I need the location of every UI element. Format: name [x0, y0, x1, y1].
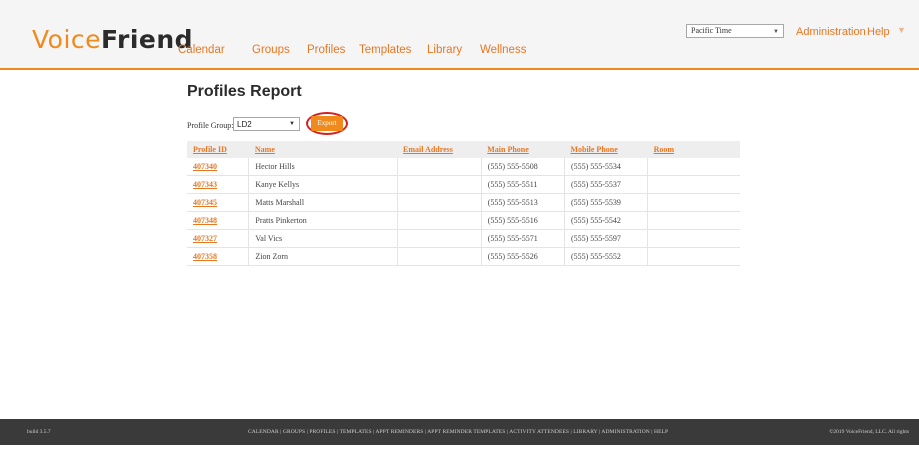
profile-group-label: Profile Group: — [187, 121, 234, 130]
nav-groups[interactable]: Groups — [252, 44, 290, 56]
room-cell — [647, 193, 740, 212]
profiles-table: Profile ID Name Email Address Main Phone… — [187, 141, 740, 266]
table-row: 407345 Matts Marshall (555) 555-5513 (55… — [187, 193, 740, 212]
email-cell — [397, 158, 482, 176]
export-button[interactable]: Export — [311, 116, 343, 131]
timezone-value: Pacific Time — [691, 26, 732, 35]
nav-calendar[interactable]: Calendar — [178, 44, 225, 56]
profile-id-cell: 407343 — [187, 175, 250, 194]
help-dropdown-icon[interactable]: ▼ — [897, 25, 906, 35]
room-cell — [647, 247, 740, 266]
header-profile-id[interactable]: Profile ID — [187, 141, 249, 158]
profile-id-link[interactable]: 407327 — [193, 234, 217, 243]
main-phone-cell: (555) 555-5511 — [481, 175, 565, 194]
email-cell — [397, 193, 482, 212]
profile-group-select[interactable]: LD2 ▼ — [233, 117, 300, 131]
main-phone-cell: (555) 555-5571 — [481, 229, 565, 248]
nav-profiles[interactable]: Profiles — [307, 44, 345, 56]
table-row: 407343 Kanye Kellys (555) 555-5511 (555)… — [187, 175, 740, 194]
email-cell — [397, 211, 482, 230]
room-cell — [647, 158, 740, 176]
mobile-phone-cell: (555) 555-5539 — [564, 193, 649, 212]
nav-wellness[interactable]: Wellness — [480, 44, 526, 56]
profile-id-link[interactable]: 407343 — [193, 180, 217, 189]
main-phone-cell: (555) 555-5526 — [481, 247, 565, 266]
email-cell — [397, 247, 482, 266]
header-email-address[interactable]: Email Address — [397, 141, 482, 158]
name-cell: Zion Zorn — [248, 247, 398, 266]
profile-id-cell: 407327 — [187, 229, 250, 248]
profile-id-link[interactable]: 407348 — [193, 216, 217, 225]
mobile-phone-cell: (555) 555-5542 — [564, 211, 649, 230]
app-header: VoiceFriend Calendar Groups Profiles Tem… — [0, 0, 919, 70]
copyright-text: ©2019 VoiceFriend, LLC. All rights — [829, 429, 909, 435]
profile-id-cell: 407348 — [187, 211, 250, 230]
main-phone-cell: (555) 555-5508 — [481, 158, 565, 176]
room-cell — [647, 229, 740, 248]
profile-id-link[interactable]: 407358 — [193, 252, 217, 261]
email-cell — [397, 229, 482, 248]
header-name[interactable]: Name — [248, 141, 398, 158]
logo-voice-text: Voice — [32, 25, 102, 54]
table-row: 407348 Pratts Pinkerton (555) 555-5516 (… — [187, 211, 740, 230]
build-version: build 3.5.7 — [27, 429, 51, 435]
room-cell — [647, 211, 740, 230]
profile-id-cell: 407340 — [187, 158, 250, 176]
profile-id-cell: 407358 — [187, 247, 250, 266]
voicefriend-logo[interactable]: VoiceFriend — [32, 26, 193, 54]
table-row: 407327 Val Vics (555) 555-5571 (555) 555… — [187, 229, 740, 248]
main-phone-cell: (555) 555-5516 — [481, 211, 565, 230]
profile-id-link[interactable]: 407345 — [193, 198, 217, 207]
email-cell — [397, 175, 482, 194]
table-header-row: Profile ID Name Email Address Main Phone… — [187, 141, 740, 158]
profile-id-link[interactable]: 407340 — [193, 162, 217, 171]
name-cell: Hector Hills — [248, 158, 398, 176]
mobile-phone-cell: (555) 555-5534 — [564, 158, 649, 176]
nav-templates[interactable]: Templates — [359, 44, 411, 56]
timezone-select[interactable]: Pacific Time ▼ — [686, 24, 784, 38]
profile-group-value: LD2 — [237, 120, 252, 129]
mobile-phone-cell: (555) 555-5597 — [564, 229, 649, 248]
profile-id-cell: 407345 — [187, 193, 250, 212]
name-cell: Pratts Pinkerton — [248, 211, 398, 230]
page-title: Profiles Report — [187, 83, 302, 100]
help-link[interactable]: Help — [867, 26, 890, 38]
nav-library[interactable]: Library — [427, 44, 462, 56]
chevron-down-icon: ▼ — [289, 121, 295, 127]
name-cell: Matts Marshall — [248, 193, 398, 212]
header-main-phone[interactable]: Main Phone — [481, 141, 565, 158]
name-cell: Val Vics — [248, 229, 398, 248]
chevron-down-icon: ▼ — [773, 29, 779, 35]
administration-link[interactable]: Administration — [796, 26, 866, 38]
mobile-phone-cell: (555) 555-5537 — [564, 175, 649, 194]
room-cell — [647, 175, 740, 194]
app-footer: build 3.5.7 CALENDAR | GROUPS | PROFILES… — [0, 419, 919, 445]
table-row: 407358 Zion Zorn (555) 555-5526 (555) 55… — [187, 247, 740, 266]
name-cell: Kanye Kellys — [248, 175, 398, 194]
header-mobile-phone[interactable]: Mobile Phone — [564, 141, 648, 158]
footer-links[interactable]: CALENDAR | GROUPS | PROFILES | TEMPLATES… — [248, 429, 668, 435]
header-room[interactable]: Room — [647, 141, 740, 158]
table-row: 407340 Hector Hills (555) 555-5508 (555)… — [187, 158, 740, 176]
main-phone-cell: (555) 555-5513 — [481, 193, 565, 212]
mobile-phone-cell: (555) 555-5552 — [564, 247, 649, 266]
